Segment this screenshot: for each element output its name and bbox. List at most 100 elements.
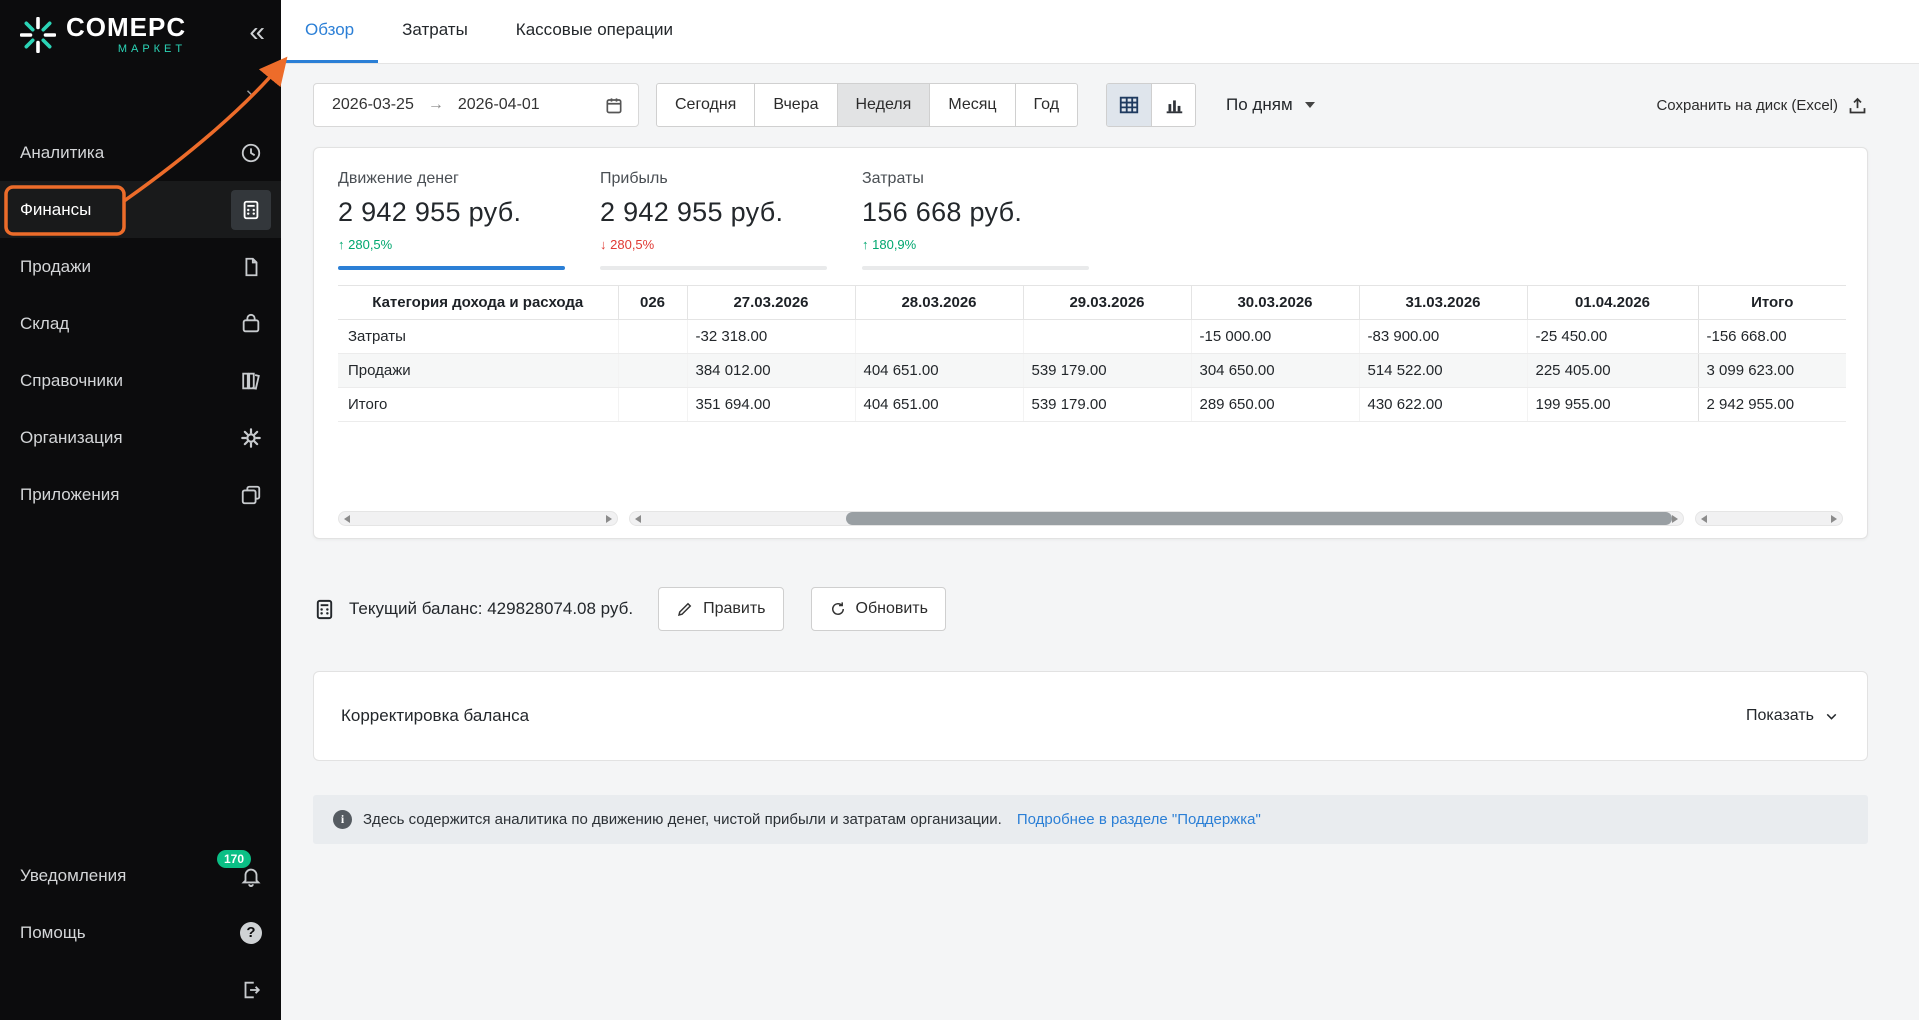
scrollbar-thumb[interactable] (846, 512, 1673, 525)
sidebar-item-logout[interactable] (0, 961, 281, 1018)
logo-subtitle: МАРКЕТ (66, 43, 186, 55)
scrollbar-frozen-right[interactable] (1695, 511, 1843, 526)
date-from: 2026-03-25 (332, 96, 414, 114)
date-range-arrow-icon: → (428, 96, 444, 114)
current-balance-text: Текущий баланс: 429828074.08 руб. (349, 599, 633, 619)
date-to: 2026-04-01 (458, 96, 540, 114)
period-today-button[interactable]: Сегодня (656, 83, 755, 127)
export-excel-button[interactable]: Сохранить на диск (Excel) (1656, 95, 1868, 116)
sidebar-item-help[interactable]: Помощь ? (0, 904, 281, 961)
tab-cash-operations[interactable]: Кассовые операции (492, 0, 697, 63)
col-header-date: 01.04.2026 (1527, 286, 1698, 320)
main-area: Обзор Затраты Кассовые операции 2026-03-… (281, 0, 1919, 1020)
pencil-icon (676, 600, 694, 618)
tab-overview[interactable]: Обзор (281, 0, 378, 63)
sidebar-collapse-button[interactable]: « (249, 18, 265, 46)
calculator-icon (231, 190, 271, 230)
metric-title: Прибыль (600, 170, 827, 188)
arrow-down-icon: ↓ (600, 237, 607, 252)
sidebar-item-organization[interactable]: Организация (0, 409, 281, 466)
scrollbar-frozen-left[interactable] (338, 511, 618, 526)
period-month-button[interactable]: Месяц (930, 83, 1015, 127)
scroll-left-arrow-icon[interactable] (344, 515, 350, 523)
sidebar-item-label: Склад (20, 314, 69, 334)
grouping-value: По дням (1226, 95, 1293, 115)
table-header-row: Категория дохода и расхода 026 27.03.202… (338, 286, 1846, 320)
metric-title: Движение денег (338, 170, 565, 188)
scroll-right-arrow-icon[interactable] (1831, 515, 1837, 523)
scroll-right-arrow-icon[interactable] (1672, 515, 1678, 523)
clock-icon (231, 133, 271, 173)
metric-indicator (600, 266, 827, 270)
metric-tabs: Движение денег 2 942 955 руб. ↑ 280,5% П… (338, 170, 1843, 252)
finance-table: Категория дохода и расхода 026 27.03.202… (338, 285, 1846, 422)
col-header-date: 31.03.2026 (1359, 286, 1527, 320)
arrow-up-icon: ↑ (862, 237, 869, 252)
metric-profit[interactable]: Прибыль 2 942 955 руб. ↓ 280,5% (600, 170, 827, 252)
gear-icon (231, 418, 271, 458)
sidebar-item-label: Организация (20, 428, 123, 448)
calculator-icon (313, 598, 336, 621)
metric-delta: ↓ 280,5% (600, 237, 827, 252)
sidebar-item-label: Аналитика (20, 143, 104, 163)
col-header-clipped: 026 (618, 286, 687, 320)
grouping-select[interactable]: По дням (1226, 95, 1315, 115)
sidebar-item-notifications[interactable]: Уведомления 170 (0, 847, 281, 904)
table-row-sales: Продажи 384 012.00 404 651.00 539 179.00… (338, 354, 1846, 388)
view-toggle (1106, 83, 1196, 127)
period-year-button[interactable]: Год (1016, 83, 1078, 127)
metric-expenses[interactable]: Затраты 156 668 руб. ↑ 180,9% (862, 170, 1089, 252)
sidebar-bottom: Уведомления 170 Помощь ? (0, 847, 281, 1018)
upload-icon (1847, 95, 1868, 116)
bar-chart-icon (1163, 94, 1185, 116)
logo-title: COMEPC (66, 14, 186, 40)
app-root: COMEPC МАРКЕТ « Аналитика Финансы (0, 0, 1919, 1020)
metric-cash-flow[interactable]: Движение денег 2 942 955 руб. ↑ 280,5% (338, 170, 565, 252)
sidebar-item-label: Справочники (20, 371, 123, 391)
chart-view-button[interactable] (1151, 84, 1195, 126)
period-week-button[interactable]: Неделя (838, 83, 931, 127)
app-logo: COMEPC МАРКЕТ (20, 14, 186, 55)
balance-adjustment-card: Корректировка баланса Показать (313, 671, 1868, 761)
sidebar-item-directories[interactable]: Справочники (0, 352, 281, 409)
table-row-expenses: Затраты -32 318.00 -15 000.00 -83 900.00… (338, 320, 1846, 354)
horizontal-scrollbars (338, 511, 1843, 526)
adjustment-title: Корректировка баланса (341, 706, 529, 726)
table-view-button[interactable] (1107, 84, 1151, 126)
sidebar-item-applications[interactable]: Приложения (0, 466, 281, 523)
logo-starburst-icon (20, 17, 56, 53)
col-header-date: 28.03.2026 (855, 286, 1023, 320)
page-tabs: Обзор Затраты Кассовые операции (281, 0, 1919, 64)
metric-value: 156 668 руб. (862, 197, 1089, 228)
scroll-left-arrow-icon[interactable] (635, 515, 641, 523)
edit-balance-button[interactable]: Править (658, 587, 783, 631)
sidebar-item-sales[interactable]: Продажи (0, 238, 281, 295)
notifications-badge: 170 (217, 850, 251, 868)
tab-expenses[interactable]: Затраты (378, 0, 492, 63)
chevron-down-icon (1823, 708, 1840, 725)
metric-indicator (862, 266, 1089, 270)
col-header-date: 30.03.2026 (1191, 286, 1359, 320)
sidebar-item-warehouse[interactable]: Склад (0, 295, 281, 352)
metric-indicator-active (338, 266, 565, 270)
scroll-right-arrow-icon[interactable] (606, 515, 612, 523)
metric-delta: ↑ 280,5% (338, 237, 565, 252)
period-yesterday-button[interactable]: Вчера (755, 83, 837, 127)
logout-icon (231, 970, 271, 1010)
show-adjustment-toggle[interactable]: Показать (1746, 707, 1840, 725)
support-link[interactable]: Подробнее в разделе "Поддержка" (1017, 811, 1261, 828)
scrollbar-main[interactable] (629, 511, 1684, 526)
document-icon (231, 247, 271, 287)
scroll-left-arrow-icon[interactable] (1701, 515, 1707, 523)
table-row-total: Итого 351 694.00 404 651.00 539 179.00 2… (338, 388, 1846, 422)
refresh-balance-button[interactable]: Обновить (811, 587, 946, 631)
sidebar-item-analytics[interactable]: Аналитика (0, 124, 281, 181)
analytics-card: Движение денег 2 942 955 руб. ↑ 280,5% П… (313, 147, 1868, 539)
date-range-picker[interactable]: 2026-03-25 → 2026-04-01 (313, 83, 639, 127)
sidebar: COMEPC МАРКЕТ « Аналитика Финансы (0, 0, 281, 1020)
info-icon: i (333, 810, 352, 829)
sidebar-item-finances[interactable]: Финансы (0, 181, 281, 238)
sidebar-item-label: Продажи (20, 257, 91, 277)
calendar-icon (604, 95, 624, 115)
bag-icon (231, 304, 271, 344)
